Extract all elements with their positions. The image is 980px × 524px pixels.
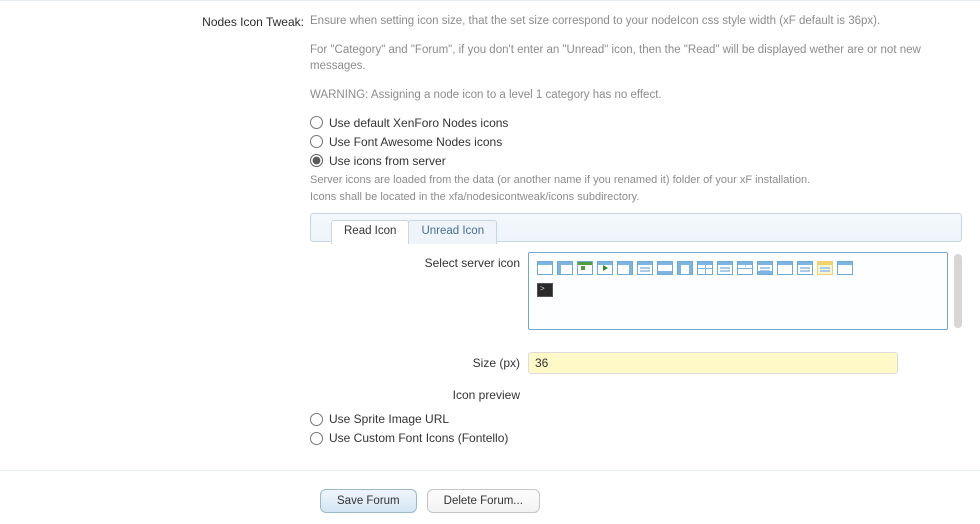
radio-server-icons[interactable] bbox=[310, 154, 323, 167]
section-desc-2: For "Category" and "Forum", if you don't… bbox=[310, 42, 940, 75]
radio-sprite-url[interactable] bbox=[310, 413, 323, 426]
option-fa-label: Use Font Awesome Nodes icons bbox=[329, 135, 502, 149]
icon-layout-top-left[interactable] bbox=[557, 261, 573, 275]
section-desc-1: Ensure when setting icon size, that the … bbox=[310, 13, 940, 30]
radio-default-xenforo[interactable] bbox=[310, 116, 323, 129]
section-label: Nodes Icon Tweak: bbox=[0, 13, 310, 29]
icon-terminal[interactable] bbox=[537, 283, 553, 297]
icon-layout-grid[interactable] bbox=[697, 261, 713, 275]
option-server-desc-1: Server icons are loaded from the data (o… bbox=[310, 173, 930, 188]
option-fontello[interactable]: Use Custom Font Icons (Fontello) bbox=[310, 431, 962, 445]
icon-layout-top-right[interactable] bbox=[617, 261, 633, 275]
option-font-awesome[interactable]: Use Font Awesome Nodes icons bbox=[310, 135, 962, 149]
radio-font-awesome[interactable] bbox=[310, 135, 323, 148]
size-input[interactable] bbox=[528, 352, 898, 374]
icon-layout-bottom[interactable] bbox=[657, 261, 673, 275]
icon-layout-stripes-a[interactable] bbox=[717, 261, 733, 275]
footer-actions: Save Forum Delete Forum... bbox=[0, 483, 980, 513]
option-server-label: Use icons from server bbox=[329, 154, 446, 168]
icon-layout-top-stripes[interactable] bbox=[637, 261, 653, 275]
size-label: Size (px) bbox=[310, 352, 520, 374]
option-server-desc-2: Icons shall be located in the xfa/nodesi… bbox=[310, 190, 930, 205]
delete-forum-button[interactable]: Delete Forum... bbox=[427, 489, 540, 513]
icon-layout-empty[interactable] bbox=[837, 261, 853, 275]
icon-layout-selected[interactable] bbox=[817, 261, 833, 275]
option-default-label: Use default XenForo Nodes icons bbox=[329, 116, 508, 130]
icon-layout-stripes-b[interactable] bbox=[757, 261, 773, 275]
icon-tabs: Read Icon Unread Icon bbox=[310, 213, 962, 242]
option-fontello-label: Use Custom Font Icons (Fontello) bbox=[329, 431, 508, 445]
icon-layout-flag-green[interactable] bbox=[577, 261, 593, 275]
tab-read-icon[interactable]: Read Icon bbox=[331, 220, 409, 244]
picker-scrollbar[interactable] bbox=[954, 254, 962, 328]
icon-preview-label: Icon preview bbox=[310, 384, 520, 402]
icon-layout-plain[interactable] bbox=[777, 261, 793, 275]
server-icon-picker[interactable] bbox=[528, 252, 948, 330]
icon-layout-plain-b[interactable] bbox=[797, 261, 813, 275]
section-desc-3: WARNING: Assigning a node icon to a leve… bbox=[310, 87, 940, 104]
icon-layout-top[interactable] bbox=[537, 261, 553, 275]
select-icon-label: Select server icon bbox=[310, 252, 520, 342]
option-sprite-label: Use Sprite Image URL bbox=[329, 412, 449, 426]
option-default-xenforo[interactable]: Use default XenForo Nodes icons bbox=[310, 116, 962, 130]
option-server-icons[interactable]: Use icons from server bbox=[310, 154, 962, 168]
option-sprite-url[interactable]: Use Sprite Image URL bbox=[310, 412, 962, 426]
tab-unread-icon[interactable]: Unread Icon bbox=[408, 220, 497, 244]
save-forum-button[interactable]: Save Forum bbox=[320, 489, 417, 513]
icon-layout-left-right[interactable] bbox=[677, 261, 693, 275]
radio-fontello[interactable] bbox=[310, 432, 323, 445]
icon-layout-grid-b[interactable] bbox=[737, 261, 753, 275]
icon-layout-play[interactable] bbox=[597, 261, 613, 275]
